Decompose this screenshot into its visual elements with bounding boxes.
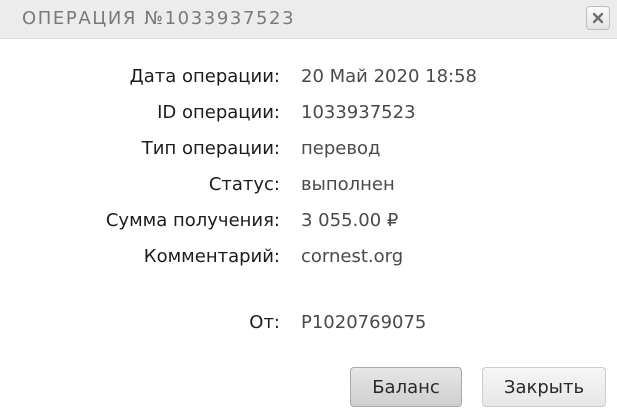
detail-value: 20 Май 2020 18:58: [301, 66, 478, 87]
detail-value: выполнен: [301, 174, 395, 195]
detail-value: перевод: [301, 138, 381, 159]
detail-row-date: Дата операции: 20 Май 2020 18:58: [0, 62, 617, 92]
dialog-titlebar: ОПЕРАЦИЯ №1033937523: [0, 0, 617, 39]
detail-value: cornest.org: [301, 246, 404, 267]
detail-label: ID операции:: [157, 102, 280, 123]
detail-row-status: Статус: выполнен: [0, 170, 617, 200]
detail-label: Комментарий:: [143, 246, 280, 267]
detail-label: Статус:: [208, 174, 280, 195]
detail-label: Сумма получения:: [105, 210, 280, 231]
detail-value: P1020769075: [301, 312, 427, 333]
detail-label: Тип операции:: [141, 138, 280, 159]
detail-value: 3 055.00 ₽: [301, 210, 399, 231]
detail-value: 1033937523: [301, 102, 416, 123]
detail-row-comment: Комментарий: cornest.org: [0, 242, 617, 272]
operation-dialog: ОПЕРАЦИЯ №1033937523 Дата операции: 20 М…: [0, 0, 617, 414]
detail-row-amount: Сумма получения: 3 055.00 ₽: [0, 206, 617, 236]
detail-label: От:: [249, 312, 280, 333]
balance-button[interactable]: Баланс: [350, 367, 462, 407]
detail-row-id: ID операции: 1033937523: [0, 98, 617, 128]
close-x-icon: [592, 12, 604, 24]
dialog-title: ОПЕРАЦИЯ №1033937523: [22, 8, 296, 29]
detail-label: Дата операции:: [129, 66, 280, 87]
close-button[interactable]: Закрыть: [482, 367, 606, 407]
detail-row-sender: От: P1020769075: [0, 308, 617, 338]
detail-row-type: Тип операции: перевод: [0, 134, 617, 164]
close-x-button[interactable]: [586, 6, 610, 30]
